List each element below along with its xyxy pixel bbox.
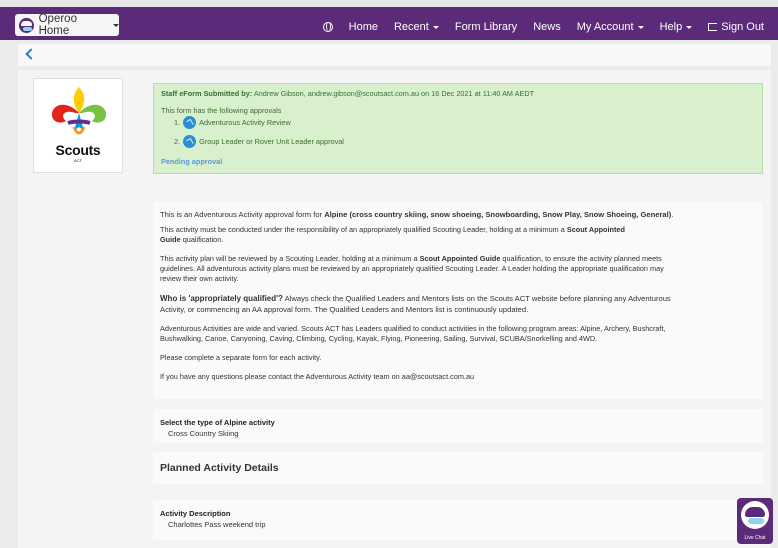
brand-name: Scouts: [55, 142, 101, 158]
activity-type-field: Select the type of Alpine activity Cross…: [153, 409, 763, 443]
chevron-down-icon: [113, 23, 119, 27]
approval-step-icon: [183, 116, 197, 129]
globe-icon: [322, 22, 333, 32]
info-paragraph: This activity plan will be reviewed by a…: [160, 254, 756, 285]
operoo-home-label: Operoo Home: [38, 13, 77, 37]
scouts-fleur-de-lis-icon: [51, 87, 107, 135]
info-text-bold: Who is 'appropriately qualified'?: [160, 294, 283, 303]
live-chat-label: Live Chat: [744, 535, 766, 541]
activity-type-label: Select the type of Alpine activity: [160, 418, 275, 427]
brand-region: ACT: [74, 158, 82, 163]
back-chevron-icon[interactable]: [25, 48, 37, 60]
info-paragraph: This activity must be conducted under th…: [160, 225, 756, 245]
approval-item: 2. Group Leader or Rover Unit Leader app…: [174, 135, 344, 148]
info-text: This activity plan will be reviewed by a…: [160, 254, 420, 263]
submitted-text: Andrew Gibson, andrew.gibson@scoutsact.c…: [253, 89, 535, 98]
approvals-intro: This form has the following approvals: [161, 106, 282, 115]
live-chat-logo-icon: [741, 501, 769, 529]
info-paragraph: Who is 'appropriately qualified'? Always…: [160, 293, 756, 315]
section-heading: Planned Activity Details: [160, 462, 279, 474]
info-text: This activity must be conducted under th…: [160, 225, 567, 234]
live-chat-button[interactable]: Live Chat: [737, 498, 773, 544]
info-text: Adventurous Activities are wide and vari…: [160, 324, 666, 333]
approval-label: Group Leader or Rover Unit Leader approv…: [199, 137, 344, 146]
nav-my-account[interactable]: My Account: [577, 21, 644, 33]
activity-description-label: Activity Description: [160, 509, 231, 518]
nav-home[interactable]: Home: [349, 21, 378, 33]
chevron-down-icon: [686, 25, 693, 29]
form-info-box: This is an Adventurous Activity approval…: [153, 202, 763, 399]
approval-status: Pending approval: [161, 157, 223, 166]
info-text-bold: Scout Appointed Guide: [419, 254, 501, 263]
info-text: Always check the Qualified Leaders and M…: [282, 294, 671, 303]
activity-description-field: Activity Description Charlottes Pass wee…: [153, 500, 763, 540]
info-text: qualification.: [180, 235, 224, 245]
approval-item: 1. Adventurous Activity Review: [174, 116, 291, 129]
top-navbar: Operoo Home Home Recent Form Library New…: [0, 0, 778, 40]
nav-sign-out-label: Sign Out: [721, 21, 764, 33]
nav-sign-out[interactable]: Sign Out: [708, 21, 764, 33]
info-paragraph: This is an Adventurous Activity approval…: [160, 210, 756, 220]
chevron-down-icon: [637, 25, 644, 29]
approval-number: 2.: [174, 137, 181, 146]
info-text: review their own activity.: [160, 274, 239, 284]
org-logo-card: Scouts ACT: [33, 78, 123, 173]
nav-my-account-label: My Account: [576, 21, 634, 33]
info-text-bold: Alpine (cross country skiing, snow shoei…: [324, 210, 672, 219]
info-text: Bushwalking, Canoe, Canyoning, Caving, C…: [160, 334, 598, 344]
language-globe-button[interactable]: [322, 22, 333, 32]
operoo-logo-icon: [19, 17, 34, 33]
back-bar: [18, 44, 771, 66]
submitted-label: Staff eForm Submitted by:: [161, 89, 253, 98]
chevron-down-icon: [432, 25, 439, 29]
sign-out-icon: [708, 23, 718, 31]
info-text: .: [671, 210, 674, 219]
activity-type-value: Cross Country Skiing: [168, 429, 239, 438]
approval-label: Adventurous Activity Review: [199, 118, 291, 127]
info-text: guidelines. All adventurous activity pla…: [160, 264, 664, 274]
nav-help[interactable]: Help: [660, 21, 693, 33]
nav-menu: Home Recent Form Library News My Account…: [307, 14, 764, 40]
info-paragraph: Please complete a separate form for each…: [160, 353, 322, 362]
nav-recent[interactable]: Recent: [394, 21, 439, 33]
approval-status-box: Staff eForm Submitted by: Andrew Gibson,…: [153, 83, 763, 174]
nav-help-label: Help: [659, 21, 683, 33]
info-paragraph: If you have any questions please contact…: [160, 372, 475, 381]
nav-form-library[interactable]: Form Library: [455, 21, 517, 33]
approval-step-icon: [183, 135, 197, 148]
info-text: qualification, to ensure the activity pl…: [500, 254, 662, 263]
info-text-bold: Guide: [160, 235, 181, 245]
info-text: This is an Adventurous Activity approval…: [160, 210, 325, 219]
nav-recent-label: Recent: [393, 21, 429, 33]
submitted-line: Staff eForm Submitted by: Andrew Gibson,…: [161, 89, 534, 98]
operoo-home-dropdown[interactable]: Operoo Home: [15, 13, 119, 37]
activity-description-value: Charlottes Pass weekend trip: [168, 520, 266, 529]
planned-activity-section: Planned Activity Details: [153, 452, 763, 484]
nav-news[interactable]: News: [533, 21, 561, 33]
info-text: Activity, or commencing an AA approval f…: [160, 305, 529, 314]
approval-number: 1.: [174, 118, 181, 127]
info-paragraph: Adventurous Activities are wide and vari…: [160, 324, 756, 344]
info-text-bold: Scout Appointed: [566, 225, 625, 234]
